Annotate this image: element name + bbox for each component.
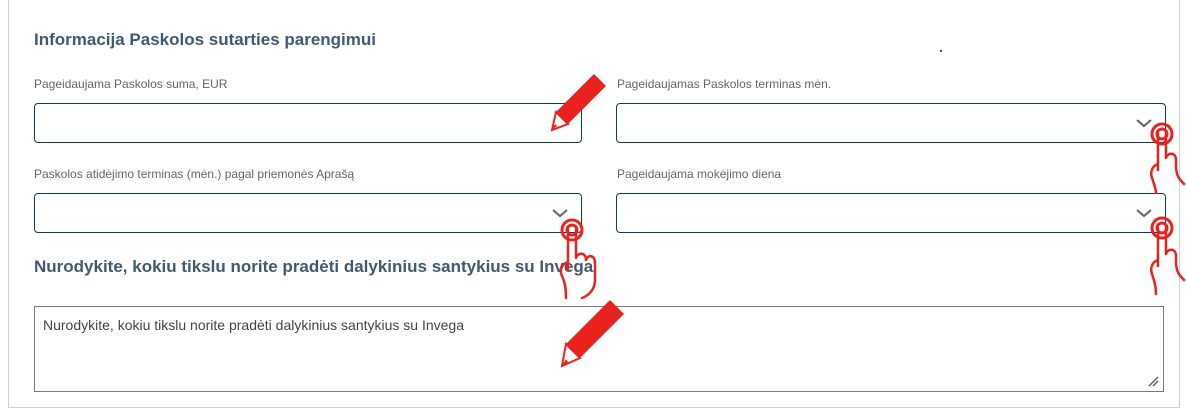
loan-term-select[interactable] bbox=[616, 103, 1166, 143]
loan-amount-label: Pageidaujama Paskolos suma, EUR bbox=[34, 77, 228, 91]
pencil-icon bbox=[550, 74, 606, 132]
pointing-hand-icon bbox=[1150, 216, 1186, 296]
payment-day-select[interactable] bbox=[616, 193, 1166, 233]
loan-term-label: Pageidaujamas Paskolos terminas mėn. bbox=[617, 77, 832, 91]
goal-title: Nurodykite, kokiu tikslu norite pradėti … bbox=[34, 257, 594, 276]
stray-dot bbox=[940, 50, 942, 52]
pointing-hand-icon bbox=[1150, 122, 1186, 194]
pencil-icon bbox=[560, 300, 624, 368]
payment-day-label: Pageidaujama mokėjimo diena bbox=[617, 167, 782, 181]
section-title: Informacija Paskolos sutarties parengimu… bbox=[34, 30, 377, 49]
deferral-term-label: Paskolos atidėjimo terminas (mėn.) pagal… bbox=[34, 167, 355, 181]
pointing-hand-icon bbox=[559, 218, 597, 300]
loan-amount-input[interactable] bbox=[34, 103, 582, 143]
deferral-term-select[interactable] bbox=[34, 193, 582, 233]
resize-handle-icon[interactable] bbox=[1147, 375, 1159, 387]
goal-textarea-placeholder: Nurodykite, kokiu tikslu norite pradėti … bbox=[43, 317, 464, 333]
